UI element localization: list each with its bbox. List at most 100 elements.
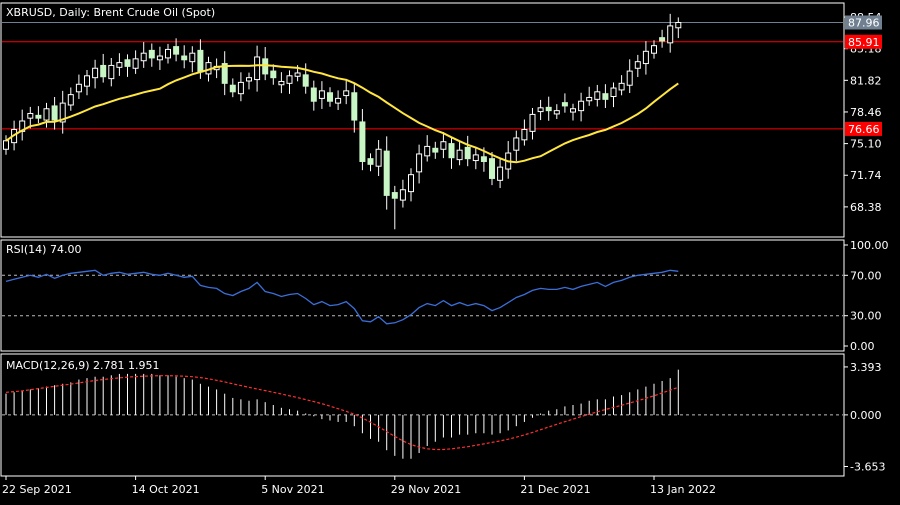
bull-candle: [278, 80, 285, 86]
bull-candle: [375, 148, 382, 167]
y-tick-label: 3.393: [850, 361, 882, 374]
bull-candle: [318, 90, 325, 99]
bull-candle: [667, 25, 674, 44]
bear-candle: [391, 192, 398, 199]
bear-candle: [302, 74, 309, 87]
bear-candle: [262, 58, 269, 75]
timeframe-label: Daily: [59, 6, 87, 19]
bull-candle: [335, 97, 342, 104]
bull-candle: [246, 77, 252, 82]
x-tick-label: 13 Jan 2022: [650, 483, 716, 496]
macd-indicator-label: MACD(12,26,9) 2.781 1.951: [6, 359, 160, 372]
bear-candle: [602, 93, 609, 100]
bull-candle: [254, 56, 261, 81]
bull-candle: [43, 108, 50, 121]
bear-candle: [489, 158, 495, 179]
bull-candle: [618, 82, 625, 91]
bull-candle: [537, 107, 544, 113]
y-tick-label: 100.00: [850, 239, 889, 252]
bull-candle: [642, 50, 649, 65]
bear-candle: [432, 147, 439, 153]
bear-candle: [148, 49, 155, 59]
axes: 88.5485.1881.8278.4675.1071.7468.38100.0…: [2, 11, 889, 496]
bull-candle: [108, 64, 115, 80]
bear-candle: [659, 37, 666, 42]
current-price-tag-text: 87.96: [848, 17, 880, 30]
y-tick-label: 81.82: [850, 74, 882, 87]
x-tick-label: 5 Nov 2021: [261, 483, 324, 496]
bull-candle: [626, 70, 633, 86]
bull-candle: [408, 174, 414, 193]
rsi-panel-frame: [0, 239, 845, 352]
bull-candle: [675, 22, 682, 29]
bull-candle: [189, 52, 196, 63]
bull-candle: [140, 52, 147, 62]
y-tick-label: 70.00: [850, 269, 882, 282]
y-tick-label: 0.000: [850, 409, 882, 422]
bull-candle: [440, 141, 447, 150]
bear-candle: [351, 92, 358, 121]
bull-candle: [513, 137, 520, 151]
bear-candle: [310, 87, 317, 102]
bull-candle: [67, 94, 74, 106]
bear-candle: [480, 156, 487, 162]
level-price-tag: 85.91: [845, 34, 882, 49]
y-tick-label: 30.00: [850, 310, 882, 323]
chart-canvas: 88.5485.1881.8278.4675.1071.7468.38100.0…: [0, 2, 889, 496]
bear-candle: [367, 158, 374, 165]
bear-candle: [561, 102, 568, 107]
current-price-tag: 87.96: [845, 15, 882, 30]
bear-candle: [181, 55, 188, 61]
y-tick-label: 0.00: [850, 340, 875, 353]
bull-candle: [3, 140, 9, 150]
x-tick-label: 14 Oct 2021: [132, 483, 200, 496]
y-tick-label: 75.10: [850, 138, 882, 151]
bull-candle: [424, 145, 431, 157]
bull-candle: [165, 48, 171, 59]
bear-candle: [124, 59, 131, 67]
macd-signal-line: [5, 375, 679, 451]
rsi-panel: [2, 269, 843, 325]
bull-candle: [92, 67, 99, 79]
bull-candle: [116, 62, 123, 68]
y-tick-label: -3.653: [850, 461, 885, 474]
symbol-label: XBRUSD: [6, 6, 52, 19]
bull-candle: [529, 113, 536, 132]
level-price-tag-text: 85.91: [848, 36, 880, 49]
bear-candle: [448, 143, 455, 159]
bull-candle: [651, 45, 657, 54]
bear-candle: [197, 49, 204, 73]
bear-candle: [359, 121, 366, 162]
bull-candle: [156, 55, 163, 61]
moving-average-line: [5, 64, 679, 164]
bull-candle: [27, 112, 34, 119]
price-panel: [2, 13, 843, 230]
y-tick-label: 68.38: [850, 201, 882, 214]
bull-candle: [237, 81, 244, 95]
bull-candle: [343, 90, 350, 97]
rsi-indicator-label: RSI(14) 74.00: [6, 243, 81, 256]
macd-panel: [2, 369, 843, 459]
bear-candle: [464, 146, 471, 160]
bull-candle: [553, 110, 560, 115]
x-tick-label: 29 Nov 2021: [391, 483, 461, 496]
y-tick-label: 78.46: [850, 106, 882, 119]
bull-candle: [586, 96, 593, 102]
bull-candle: [84, 75, 90, 87]
bull-candle: [634, 61, 641, 69]
bear-candle: [173, 46, 180, 55]
bear-candle: [229, 84, 236, 93]
bull-candle: [456, 149, 463, 161]
bull-candle: [132, 58, 139, 69]
bull-candle: [521, 128, 528, 141]
bear-candle: [545, 106, 552, 112]
y-tick-label: 71.74: [850, 169, 882, 182]
instrument-label: Brent Crude Oil (Spot): [93, 6, 215, 19]
bull-candle: [497, 166, 504, 181]
x-tick-label: 22 Sep 2021: [2, 483, 72, 496]
bear-candle: [35, 114, 42, 119]
level-price-tag-text: 76.66: [848, 123, 880, 136]
bull-candle: [286, 75, 293, 84]
bull-candle: [610, 87, 617, 98]
bull-candle: [294, 72, 301, 77]
